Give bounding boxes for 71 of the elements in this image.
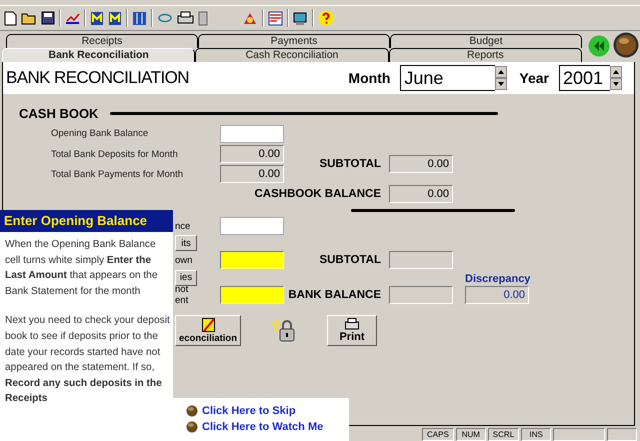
tab[interactable]: Cash Reconciliation <box>195 48 389 62</box>
field-label: Total Bank Deposits for Month <box>51 148 179 160</box>
subtotal-label: SUBTOTAL <box>318 254 382 266</box>
round-bullet-icon <box>186 405 198 417</box>
page-title: BANK RECONCILIATION <box>6 68 190 88</box>
amount-field[interactable] <box>220 124 284 142</box>
bank-balance-field <box>389 286 453 304</box>
list-button[interactable]: ies <box>175 270 197 286</box>
discrepancy-field: 0.00 <box>465 286 529 304</box>
tutorial-text: When the Opening Bank Balance cell turns white simply Enter the Last Amount that appears on the Bank Statement for the month <box>5 238 159 299</box>
book-icon[interactable] <box>108 10 122 26</box>
link-icon[interactable] <box>157 12 173 24</box>
status-indicator: CAPS <box>422 428 454 441</box>
tab[interactable]: Receipts <box>6 34 198 48</box>
field-label: own <box>175 254 192 266</box>
subtotal-field: 0.00 <box>389 155 453 173</box>
subtotal-label: SUBTOTAL <box>318 158 382 170</box>
tab[interactable]: Budget <box>390 34 582 48</box>
discrepancy-label: Discrepancy <box>465 273 529 285</box>
field-label: nce <box>175 220 190 232</box>
field-label: Total Bank Payments for Month <box>51 168 184 180</box>
reconciliation-button[interactable]: econciliation <box>175 315 241 346</box>
tutorial-title: Enter Opening Balance <box>0 210 173 232</box>
amount-field[interactable] <box>220 217 284 235</box>
checkbox-icon <box>202 318 214 332</box>
tutorial-link[interactable]: Click Here to Skip <box>202 405 296 417</box>
status-indicator: SCRL <box>488 428 520 441</box>
list-button[interactable]: its <box>175 235 197 251</box>
amount-field[interactable]: 0.00 <box>220 145 284 163</box>
new-document-icon[interactable] <box>4 10 17 26</box>
printer-icon <box>345 318 359 330</box>
status-panel <box>607 428 638 441</box>
tab[interactable]: Reports <box>388 48 582 62</box>
round-bullet-icon <box>186 421 198 433</box>
year-label: Year <box>519 70 549 86</box>
section-heading: CASH BOOK <box>19 106 98 121</box>
spin-arrows-icon[interactable] <box>495 66 508 90</box>
help-icon[interactable] <box>318 10 334 26</box>
tab[interactable]: Payments <box>198 34 390 48</box>
field-label: Opening Bank Balance <box>51 128 150 139</box>
padlock-icon[interactable] <box>271 318 297 342</box>
cashbook-balance-label: CASHBOOK BALANCE <box>254 188 382 200</box>
bank-balance-label: BANK BALANCE <box>287 289 382 301</box>
tutorial-text: Next you need to check your deposit book to see if deposits prior to the date your records started have not appeared on the statement. If so, Record any such deposits in the Receipts <box>5 314 170 406</box>
subtotal-field <box>389 251 453 269</box>
print-button[interactable]: Print <box>327 315 377 346</box>
rewind-button-icon[interactable] <box>588 35 610 57</box>
month-spinner[interactable]: June <box>400 65 496 91</box>
ledger-icon[interactable] <box>268 10 283 26</box>
field-label: not ent <box>175 284 188 306</box>
printer-icon[interactable] <box>177 11 194 25</box>
columns-icon[interactable] <box>132 10 147 26</box>
tab[interactable]: Bank Reconciliation <box>2 48 196 62</box>
calculator-icon[interactable] <box>198 10 208 26</box>
tutorial-link[interactable]: Click Here to Watch Me <box>202 421 324 433</box>
round-button-icon[interactable] <box>613 32 639 58</box>
amount-field[interactable]: 0.00 <box>220 165 284 183</box>
amount-field[interactable] <box>220 286 284 304</box>
status-panel <box>553 428 606 441</box>
computer-icon[interactable] <box>293 10 308 26</box>
status-indicator: INS <box>521 428 552 441</box>
book-icon[interactable] <box>90 10 104 26</box>
chart-icon[interactable] <box>65 11 80 25</box>
money-icon[interactable] <box>242 10 258 26</box>
cashbook-balance-field: 0.00 <box>389 185 453 203</box>
spin-arrows-icon[interactable] <box>610 66 622 90</box>
status-indicator: NUM <box>456 428 486 441</box>
folder-icon[interactable] <box>21 12 37 24</box>
month-label: Month <box>348 70 390 86</box>
year-spinner[interactable]: 2001 <box>559 65 610 91</box>
amount-field[interactable] <box>220 251 284 269</box>
